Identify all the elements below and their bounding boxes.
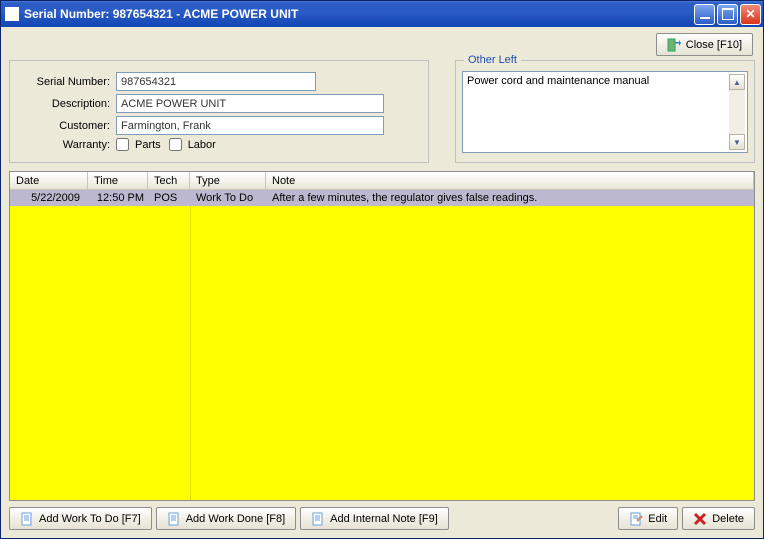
work-grid: Date Time Tech Type Note 5/22/2009 12:50… xyxy=(9,171,755,501)
app-icon xyxy=(5,7,19,21)
col-date[interactable]: Date xyxy=(10,172,88,189)
cell-tech: POS xyxy=(148,192,190,204)
col-tech[interactable]: Tech xyxy=(148,172,190,189)
maximize-button[interactable] xyxy=(717,4,738,25)
delete-x-icon xyxy=(693,512,707,526)
delete-button[interactable]: Delete xyxy=(682,507,755,530)
scroll-down-icon[interactable]: ▼ xyxy=(729,134,745,150)
warranty-parts-checkbox[interactable] xyxy=(116,138,129,151)
serial-number-input[interactable] xyxy=(116,72,316,91)
other-left-title: Other Left xyxy=(464,54,521,66)
page-plus-icon xyxy=(20,512,34,526)
edit-button-label: Edit xyxy=(648,513,667,525)
cell-date: 5/22/2009 xyxy=(10,192,88,204)
warranty-labor-label: Labor xyxy=(188,139,216,151)
delete-button-label: Delete xyxy=(712,513,744,525)
customer-label: Customer: xyxy=(18,120,110,132)
warranty-labor-checkbox[interactable] xyxy=(169,138,182,151)
close-button-label: Close [F10] xyxy=(686,39,742,51)
col-note[interactable]: Note xyxy=(266,172,754,189)
other-left-group: Other Left Power cord and maintenance ma… xyxy=(455,60,755,163)
scrollbar[interactable]: ▲ ▼ xyxy=(729,74,745,150)
client-area: Close [F10] Serial Number: Description: … xyxy=(1,27,763,538)
other-left-text: Power cord and maintenance manual xyxy=(465,74,729,150)
window: Serial Number: 987654321 - ACME POWER UN… xyxy=(0,0,764,539)
warranty-label: Warranty: xyxy=(18,139,110,151)
cell-type: Work To Do xyxy=(190,192,266,204)
serial-number-label: Serial Number: xyxy=(18,76,110,88)
scroll-up-icon[interactable]: ▲ xyxy=(729,74,745,90)
description-label: Description: xyxy=(18,98,110,110)
add-internal-note-button[interactable]: Add Internal Note [F9] xyxy=(300,507,449,530)
close-button[interactable]: Close [F10] xyxy=(656,33,753,56)
grid-column-divider xyxy=(190,206,191,500)
page-edit-icon xyxy=(629,512,643,526)
description-input[interactable] xyxy=(116,94,384,113)
add-work-done-label: Add Work Done [F8] xyxy=(186,513,285,525)
door-exit-icon xyxy=(667,38,681,52)
upper-panel: Serial Number: Description: Customer: Wa… xyxy=(9,60,755,163)
window-close-button[interactable] xyxy=(740,4,761,25)
col-type[interactable]: Type xyxy=(190,172,266,189)
page-plus-icon xyxy=(311,512,325,526)
add-work-to-do-button[interactable]: Add Work To Do [F7] xyxy=(9,507,152,530)
cell-time: 12:50 PM xyxy=(88,192,148,204)
details-form: Serial Number: Description: Customer: Wa… xyxy=(9,60,429,163)
page-plus-icon xyxy=(167,512,181,526)
other-left-textarea[interactable]: Power cord and maintenance manual ▲ ▼ xyxy=(462,71,748,153)
titlebar: Serial Number: 987654321 - ACME POWER UN… xyxy=(1,1,763,27)
bottom-button-bar: Add Work To Do [F7] Add Work Done [F8] A… xyxy=(9,507,755,530)
add-work-done-button[interactable]: Add Work Done [F8] xyxy=(156,507,296,530)
grid-header: Date Time Tech Type Note xyxy=(10,172,754,190)
add-work-to-do-label: Add Work To Do [F7] xyxy=(39,513,141,525)
edit-button[interactable]: Edit xyxy=(618,507,678,530)
add-internal-note-label: Add Internal Note [F9] xyxy=(330,513,438,525)
window-title: Serial Number: 987654321 - ACME POWER UN… xyxy=(24,7,692,21)
customer-input[interactable] xyxy=(116,116,384,135)
col-time[interactable]: Time xyxy=(88,172,148,189)
cell-note: After a few minutes, the regulator gives… xyxy=(266,192,754,204)
warranty-parts-label: Parts xyxy=(135,139,161,151)
grid-empty-area xyxy=(10,206,754,500)
table-row[interactable]: 5/22/2009 12:50 PM POS Work To Do After … xyxy=(10,190,754,206)
grid-body[interactable]: 5/22/2009 12:50 PM POS Work To Do After … xyxy=(10,190,754,500)
minimize-button[interactable] xyxy=(694,4,715,25)
top-button-bar: Close [F10] xyxy=(9,33,755,56)
